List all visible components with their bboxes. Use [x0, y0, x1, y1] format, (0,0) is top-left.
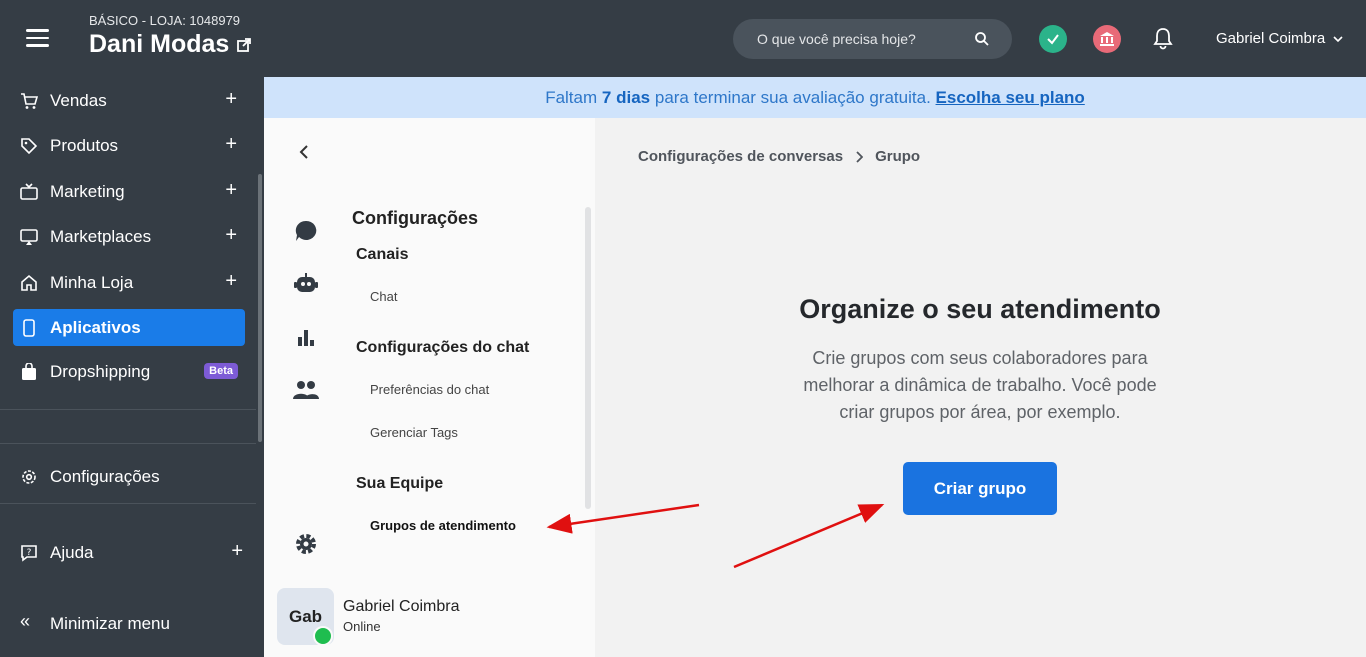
agent-status-card[interactable]: Gab Gabriel Coimbra Online [277, 588, 577, 646]
sidebar-item-label: Marketplaces [50, 226, 152, 246]
expand-plus-icon[interactable]: + [225, 180, 237, 200]
chevron-down-icon [1333, 35, 1343, 42]
store-name-label: Dani Modas [89, 30, 230, 58]
sidebar-item-label: Vendas [50, 90, 107, 110]
search-icon[interactable] [974, 31, 990, 47]
sidebar-item-produtos[interactable]: Produtos + [13, 127, 245, 164]
minimize-menu-button[interactable]: « Minimizar menu [13, 605, 245, 642]
sidebar-divider [0, 409, 256, 410]
search-input[interactable] [757, 29, 957, 49]
empty-state-description: Crie grupos com seus colaboradores para … [803, 348, 1157, 422]
top-bar: BÁSICO - LOJA: 1048979 Dani Modas Gabrie… [0, 0, 1366, 77]
breadcrumb-item[interactable]: Configurações de conversas [638, 148, 843, 165]
link-manage-tags[interactable]: Gerenciar Tags [370, 425, 458, 440]
expand-plus-icon[interactable]: + [225, 271, 237, 291]
cart-icon [21, 93, 38, 109]
tv-icon [20, 183, 38, 200]
double-chevron-left-icon: « [20, 611, 31, 631]
sidebar-item-ajuda[interactable]: ? Ajuda + [13, 534, 245, 571]
gear-icon [22, 470, 36, 484]
sidebar-item-configuracoes[interactable]: Configurações [13, 458, 245, 495]
beta-badge: Beta [204, 363, 238, 379]
page-title: Organize o seu atendimento [799, 294, 1161, 324]
sidebar-item-marketplaces[interactable]: Marketplaces + [13, 218, 245, 255]
banner-days-word: dias [616, 88, 651, 107]
sidebar-item-label: Dropshipping [50, 361, 151, 381]
sidebar-item-label: Minha Loja [50, 272, 134, 292]
sidebar-item-vendas[interactable]: Vendas + [13, 82, 245, 119]
chevron-left-icon[interactable] [297, 142, 311, 162]
chevron-right-icon [856, 150, 864, 163]
store-name[interactable]: Dani Modas [89, 30, 252, 59]
sidebar-item-label: Produtos [50, 135, 119, 155]
sidebar-divider [0, 503, 256, 504]
empty-state: Organize o seu atendimento Crie grupos c… [665, 294, 1295, 426]
sidebar-divider [0, 443, 256, 444]
external-link-icon[interactable] [237, 37, 252, 52]
bag-icon [22, 363, 36, 380]
expand-plus-icon[interactable]: + [225, 134, 237, 154]
notification-bell-icon[interactable] [1151, 25, 1175, 51]
sidebar-item-label: Configurações [50, 466, 160, 486]
breadcrumb-current: Grupo [875, 148, 921, 165]
svg-text:?: ? [27, 548, 32, 558]
panel-scrollbar[interactable] [585, 207, 591, 509]
sidebar-item-label: Ajuda [50, 542, 94, 562]
expand-plus-icon[interactable]: + [225, 225, 237, 245]
robot-icon[interactable] [293, 271, 319, 297]
create-group-button[interactable]: Criar grupo [903, 462, 1057, 515]
section-team: Sua Equipe [356, 475, 444, 492]
minimize-menu-label: Minimizar menu [50, 613, 170, 633]
chat-settings-panel: Configurações Canais Chat Configurações … [264, 118, 595, 657]
tag-icon [21, 138, 38, 155]
sidebar-item-label: Marketing [50, 181, 125, 201]
team-icon[interactable] [293, 377, 319, 403]
section-canais: Canais [356, 246, 409, 263]
expand-plus-icon[interactable]: + [225, 89, 237, 109]
agent-status: Online [343, 619, 381, 634]
sidebar-item-dropshipping[interactable]: Dropshipping Beta [13, 353, 245, 390]
status-check-icon[interactable] [1039, 25, 1067, 53]
agent-name: Gabriel Coimbra [343, 598, 460, 615]
search-box[interactable] [733, 19, 1012, 59]
section-chat-settings: Configurações do chat [356, 339, 530, 356]
breadcrumb: Configurações de conversas Grupo [638, 148, 920, 165]
sidebar-item-aplicativos[interactable]: Aplicativos [13, 309, 245, 346]
choose-plan-link[interactable]: Escolha seu plano [936, 88, 1085, 107]
link-chat-preferences[interactable]: Preferências do chat [370, 382, 489, 397]
user-name: Gabriel Coimbra [1216, 30, 1326, 47]
bar-chart-icon[interactable] [293, 324, 319, 350]
link-service-groups[interactable]: Grupos de atendimento [370, 518, 516, 533]
gear-icon[interactable] [293, 531, 319, 557]
plan-info: BÁSICO - LOJA: 1048979 [89, 13, 241, 28]
banner-days: 7 [601, 88, 612, 107]
banner-text: para terminar sua avaliação gratuita. [654, 88, 931, 107]
sidebar-item-minha-loja[interactable]: Minha Loja + [13, 264, 245, 301]
sidebar-item-label: Aplicativos [50, 317, 141, 337]
link-chat[interactable]: Chat [370, 289, 397, 304]
main-content: Configurações de conversas Grupo Organiz… [595, 118, 1366, 657]
phone-icon [23, 319, 35, 337]
home-icon [21, 274, 37, 291]
user-menu[interactable]: Gabriel Coimbra [1216, 30, 1343, 47]
trial-banner: Faltam 7 dias para terminar sua avaliaçã… [264, 77, 1366, 118]
sidebar-item-marketing[interactable]: Marketing + [13, 173, 245, 210]
online-indicator [313, 626, 333, 646]
chat-bubble-icon[interactable] [293, 218, 319, 244]
banner-prefix: Faltam [545, 88, 598, 107]
bank-icon[interactable] [1093, 25, 1121, 53]
hamburger-menu-icon[interactable] [26, 29, 49, 47]
sidebar-scrollbar[interactable] [258, 174, 262, 442]
monitor-icon [20, 229, 38, 245]
help-icon: ? [21, 545, 37, 562]
panel-title: Configurações [352, 208, 479, 228]
main-sidebar: Vendas + Produtos + Marketing + Marketpl… [0, 77, 264, 657]
expand-plus-icon[interactable]: + [231, 541, 243, 561]
